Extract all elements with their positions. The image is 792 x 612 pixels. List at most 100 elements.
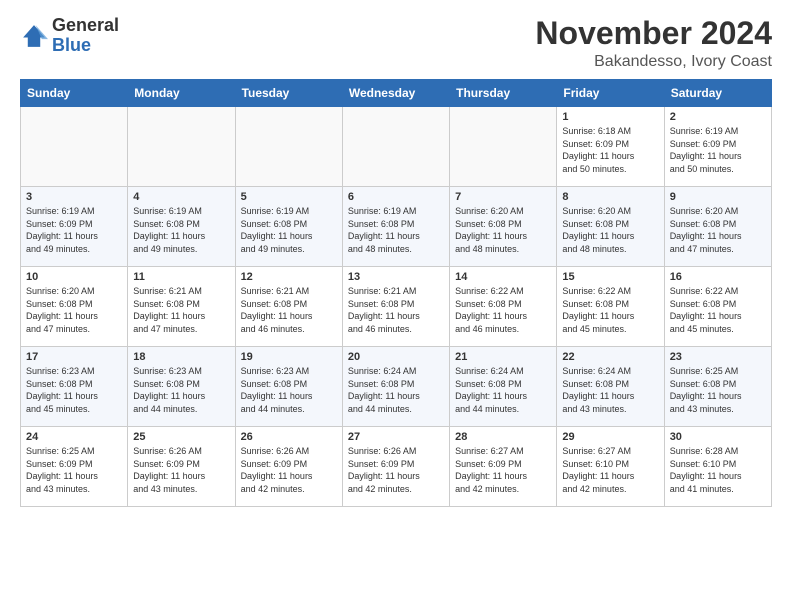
calendar-cell: [21, 107, 128, 187]
day-info: Sunrise: 6:18 AM Sunset: 6:09 PM Dayligh…: [562, 125, 658, 175]
day-number: 22: [562, 351, 658, 363]
calendar-cell: 1 Sunrise: 6:18 AM Sunset: 6:09 PM Daylig…: [557, 107, 664, 187]
day-number: 12: [241, 271, 337, 283]
day-info: Sunrise: 6:27 AM Sunset: 6:10 PM Dayligh…: [562, 445, 658, 495]
calendar-cell: [450, 107, 557, 187]
day-number: 17: [26, 351, 122, 363]
day-number: 1: [562, 111, 658, 123]
day-info: Sunrise: 6:28 AM Sunset: 6:10 PM Dayligh…: [670, 445, 766, 495]
calendar-header-friday: Friday: [557, 80, 664, 107]
calendar-cell: 20 Sunrise: 6:24 AM Sunset: 6:08 PM Dayli…: [342, 347, 449, 427]
calendar-cell: [235, 107, 342, 187]
calendar-cell: 15 Sunrise: 6:22 AM Sunset: 6:08 PM Dayli…: [557, 267, 664, 347]
day-number: 27: [348, 431, 444, 443]
day-info: Sunrise: 6:23 AM Sunset: 6:08 PM Dayligh…: [241, 365, 337, 415]
calendar-cell: 23 Sunrise: 6:25 AM Sunset: 6:08 PM Dayli…: [664, 347, 771, 427]
calendar-cell: [342, 107, 449, 187]
day-number: 20: [348, 351, 444, 363]
day-info: Sunrise: 6:26 AM Sunset: 6:09 PM Dayligh…: [348, 445, 444, 495]
day-number: 19: [241, 351, 337, 363]
title-block: November 2024 Bakandesso, Ivory Coast: [535, 16, 772, 71]
day-number: 23: [670, 351, 766, 363]
day-number: 24: [26, 431, 122, 443]
day-number: 3: [26, 191, 122, 203]
day-info: Sunrise: 6:21 AM Sunset: 6:08 PM Dayligh…: [133, 285, 229, 335]
day-number: 5: [241, 191, 337, 203]
calendar-cell: 22 Sunrise: 6:24 AM Sunset: 6:08 PM Dayli…: [557, 347, 664, 427]
day-number: 4: [133, 191, 229, 203]
calendar-cell: 24 Sunrise: 6:25 AM Sunset: 6:09 PM Dayli…: [21, 427, 128, 507]
calendar-week-row: 10 Sunrise: 6:20 AM Sunset: 6:08 PM Dayli…: [21, 267, 772, 347]
day-info: Sunrise: 6:20 AM Sunset: 6:08 PM Dayligh…: [455, 205, 551, 255]
calendar-cell: 7 Sunrise: 6:20 AM Sunset: 6:08 PM Daylig…: [450, 187, 557, 267]
calendar-cell: 5 Sunrise: 6:19 AM Sunset: 6:08 PM Daylig…: [235, 187, 342, 267]
calendar-cell: 14Sunrise: 6:22 AM Sunset: 6:08 PM Dayli…: [450, 267, 557, 347]
day-number: 29: [562, 431, 658, 443]
day-number: 11: [133, 271, 229, 283]
day-info: Sunrise: 6:20 AM Sunset: 6:08 PM Dayligh…: [562, 205, 658, 255]
day-info: Sunrise: 6:19 AM Sunset: 6:09 PM Dayligh…: [26, 205, 122, 255]
month-title: November 2024: [535, 16, 772, 51]
logo-blue: Blue: [52, 35, 91, 55]
day-info: Sunrise: 6:22 AM Sunset: 6:08 PM Dayligh…: [455, 285, 551, 335]
day-number: 10: [26, 271, 122, 283]
day-info: Sunrise: 6:25 AM Sunset: 6:09 PM Dayligh…: [26, 445, 122, 495]
day-number: 21: [455, 351, 551, 363]
calendar-cell: [128, 107, 235, 187]
header: General Blue November 2024 Bakandesso, I…: [20, 16, 772, 71]
calendar-cell: 17 Sunrise: 6:23 AM Sunset: 6:08 PM Dayli…: [21, 347, 128, 427]
calendar-cell: 2Sunrise: 6:19 AM Sunset: 6:09 PM Daylig…: [664, 107, 771, 187]
day-number: 6: [348, 191, 444, 203]
day-info: Sunrise: 6:19 AM Sunset: 6:08 PM Dayligh…: [133, 205, 229, 255]
day-number: 15: [562, 271, 658, 283]
calendar-header-sunday: Sunday: [21, 80, 128, 107]
calendar-week-row: 1 Sunrise: 6:18 AM Sunset: 6:09 PM Daylig…: [21, 107, 772, 187]
calendar-cell: 28 Sunrise: 6:27 AM Sunset: 6:09 PM Dayli…: [450, 427, 557, 507]
calendar-cell: 11 Sunrise: 6:21 AM Sunset: 6:08 PM Dayli…: [128, 267, 235, 347]
calendar-cell: 13Sunrise: 6:21 AM Sunset: 6:08 PM Dayli…: [342, 267, 449, 347]
calendar-header-monday: Monday: [128, 80, 235, 107]
day-number: 8: [562, 191, 658, 203]
calendar-cell: 30 Sunrise: 6:28 AM Sunset: 6:10 PM Dayli…: [664, 427, 771, 507]
day-info: Sunrise: 6:19 AM Sunset: 6:08 PM Dayligh…: [241, 205, 337, 255]
calendar-header-thursday: Thursday: [450, 80, 557, 107]
calendar-header-saturday: Saturday: [664, 80, 771, 107]
day-info: Sunrise: 6:24 AM Sunset: 6:08 PM Dayligh…: [455, 365, 551, 415]
calendar-cell: 25Sunrise: 6:26 AM Sunset: 6:09 PM Dayli…: [128, 427, 235, 507]
calendar-cell: 6 Sunrise: 6:19 AM Sunset: 6:08 PM Daylig…: [342, 187, 449, 267]
day-number: 9: [670, 191, 766, 203]
day-info: Sunrise: 6:25 AM Sunset: 6:08 PM Dayligh…: [670, 365, 766, 415]
day-info: Sunrise: 6:20 AM Sunset: 6:08 PM Dayligh…: [670, 205, 766, 255]
day-info: Sunrise: 6:27 AM Sunset: 6:09 PM Dayligh…: [455, 445, 551, 495]
calendar-cell: 27 Sunrise: 6:26 AM Sunset: 6:09 PM Dayli…: [342, 427, 449, 507]
day-info: Sunrise: 6:24 AM Sunset: 6:08 PM Dayligh…: [348, 365, 444, 415]
calendar-header-row: SundayMondayTuesdayWednesdayThursdayFrid…: [21, 80, 772, 107]
calendar-cell: 4 Sunrise: 6:19 AM Sunset: 6:08 PM Daylig…: [128, 187, 235, 267]
day-number: 30: [670, 431, 766, 443]
day-info: Sunrise: 6:26 AM Sunset: 6:09 PM Dayligh…: [241, 445, 337, 495]
day-info: Sunrise: 6:22 AM Sunset: 6:08 PM Dayligh…: [562, 285, 658, 335]
day-number: 18: [133, 351, 229, 363]
day-info: Sunrise: 6:22 AM Sunset: 6:08 PM Dayligh…: [670, 285, 766, 335]
calendar-cell: 3 Sunrise: 6:19 AM Sunset: 6:09 PM Daylig…: [21, 187, 128, 267]
day-info: Sunrise: 6:20 AM Sunset: 6:08 PM Dayligh…: [26, 285, 122, 335]
logo-text: General Blue: [52, 16, 119, 56]
calendar-cell: 8 Sunrise: 6:20 AM Sunset: 6:08 PM Daylig…: [557, 187, 664, 267]
day-number: 26: [241, 431, 337, 443]
calendar-header-wednesday: Wednesday: [342, 80, 449, 107]
day-info: Sunrise: 6:23 AM Sunset: 6:08 PM Dayligh…: [133, 365, 229, 415]
day-info: Sunrise: 6:21 AM Sunset: 6:08 PM Dayligh…: [348, 285, 444, 335]
day-number: 25: [133, 431, 229, 443]
day-info: Sunrise: 6:24 AM Sunset: 6:08 PM Dayligh…: [562, 365, 658, 415]
page: General Blue November 2024 Bakandesso, I…: [0, 0, 792, 612]
calendar-cell: 19 Sunrise: 6:23 AM Sunset: 6:08 PM Dayli…: [235, 347, 342, 427]
day-info: Sunrise: 6:21 AM Sunset: 6:08 PM Dayligh…: [241, 285, 337, 335]
day-number: 7: [455, 191, 551, 203]
logo: General Blue: [20, 16, 119, 56]
day-info: Sunrise: 6:23 AM Sunset: 6:08 PM Dayligh…: [26, 365, 122, 415]
day-number: 28: [455, 431, 551, 443]
day-number: 2: [670, 111, 766, 123]
calendar-cell: 21 Sunrise: 6:24 AM Sunset: 6:08 PM Dayli…: [450, 347, 557, 427]
day-info: Sunrise: 6:19 AM Sunset: 6:08 PM Dayligh…: [348, 205, 444, 255]
calendar-cell: 12 Sunrise: 6:21 AM Sunset: 6:08 PM Dayli…: [235, 267, 342, 347]
